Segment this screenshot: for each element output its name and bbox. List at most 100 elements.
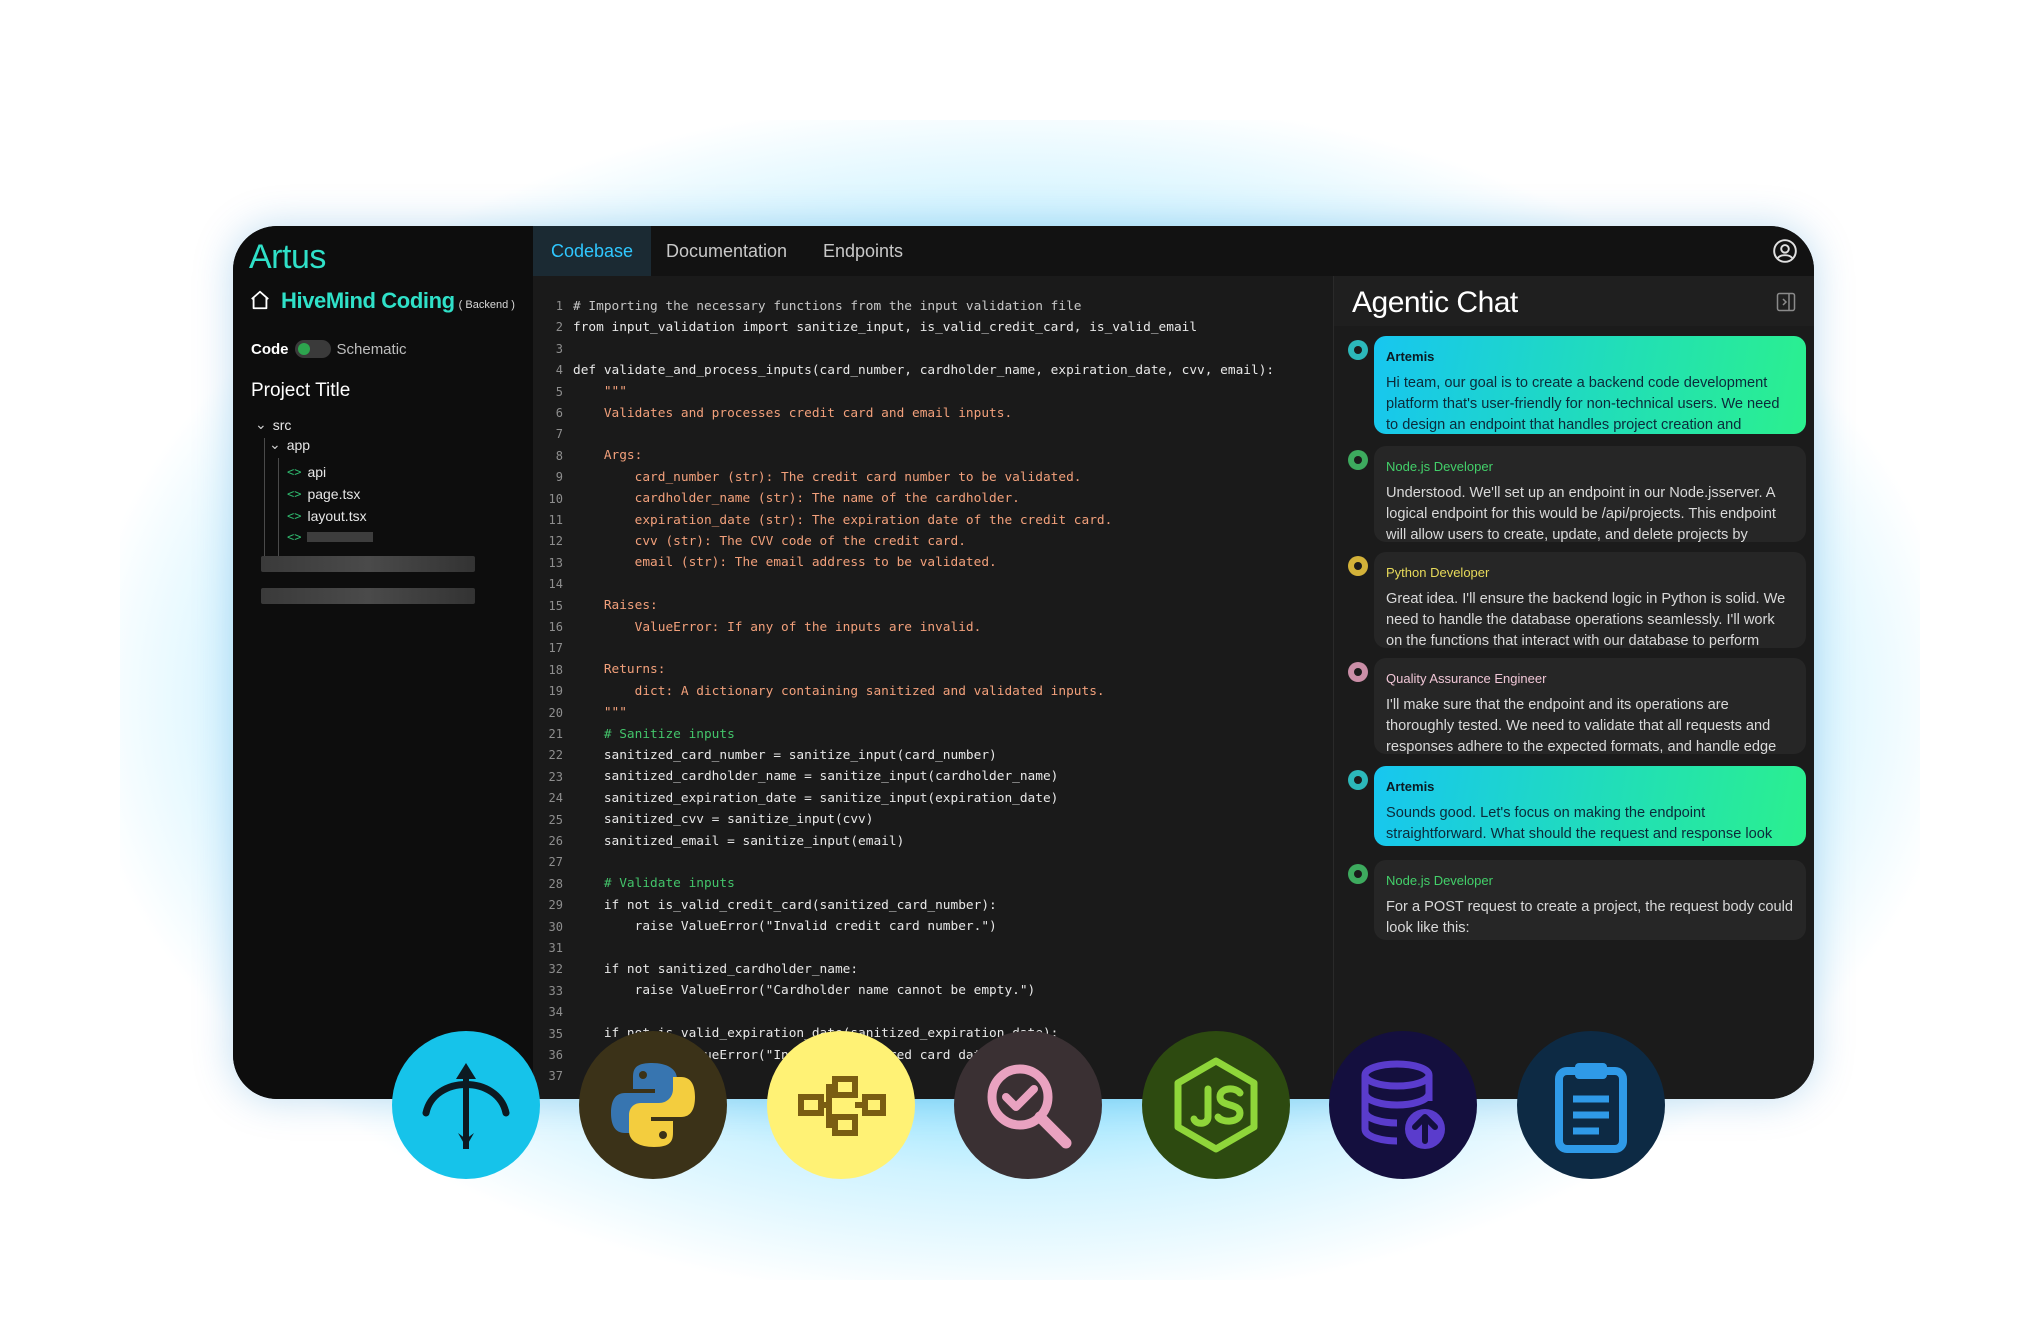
- code-text: # Sanitize inputs: [573, 726, 735, 742]
- chat-message: Node.js Developer Understood. We'll set u…: [1374, 446, 1806, 542]
- nodejs-agent-icon[interactable]: [1142, 1031, 1290, 1179]
- chat-message: Python Developer Great idea. I'll ensure …: [1374, 552, 1806, 648]
- line-number: 36: [548, 1048, 563, 1062]
- code-text: if not sanitized_cardholder_name:: [573, 961, 859, 977]
- message-sender: Quality Assurance Engineer: [1386, 671, 1547, 686]
- chat-message: Node.js Developer For a POST request to c…: [1374, 860, 1806, 940]
- mode-schematic-label: Schematic: [336, 340, 407, 358]
- docs-agent-icon[interactable]: [1517, 1031, 1665, 1179]
- line-number: 17: [548, 641, 563, 656]
- agent-avatar: [1346, 862, 1370, 886]
- line-number: 7: [555, 427, 563, 442]
- database-agent-icon[interactable]: [1329, 1031, 1477, 1179]
- line-number: 16: [548, 620, 563, 634]
- code-text: sanitized_email = sanitize_input(email): [573, 833, 905, 849]
- code-text: dict: A dictionary containing sanitized …: [573, 683, 1105, 699]
- line-number: 21: [548, 727, 563, 741]
- line-number: 10: [548, 491, 563, 506]
- line-number: 14: [548, 577, 563, 592]
- python-agent-icon[interactable]: [579, 1031, 727, 1179]
- code-text: ValueError: If any of the inputs are inv…: [573, 619, 982, 635]
- code-schematic-toggle[interactable]: [294, 340, 331, 358]
- code-line: 16 ValueError: If any of the inputs are …: [533, 617, 982, 637]
- loading-skeleton: [307, 532, 374, 542]
- qa-agent-icon[interactable]: [954, 1031, 1102, 1179]
- code-text: sanitized_expiration_date = sanitize_inp…: [573, 790, 1059, 806]
- tab-codebase[interactable]: Codebase: [533, 226, 652, 276]
- line-number: 18: [548, 662, 563, 677]
- code-line: 12 cvv (str): The CVV code of the credit…: [533, 531, 966, 551]
- line-number: 2: [555, 320, 563, 335]
- nodejs-logo-icon: [1174, 1057, 1258, 1153]
- code-line: 25 sanitized_cvv = sanitize_input(cvv): [533, 810, 874, 830]
- line-number: 33: [548, 983, 563, 998]
- code-line: 35 if not is_valid_expiration_date(sanit…: [533, 1024, 1059, 1044]
- clipboard-icon: [1555, 1063, 1627, 1153]
- code-line: 2 from input_validation import sanitize_i…: [533, 317, 1197, 337]
- agent-avatar: [1346, 660, 1370, 684]
- chevron-down-icon: ⌄: [269, 436, 281, 452]
- project-tag: ( Backend ): [458, 299, 515, 311]
- code-line: 9 card_number (str): The credit card num…: [533, 467, 1082, 487]
- collapse-panel-icon[interactable]: [1776, 292, 1796, 312]
- code-line: 27: [533, 852, 573, 872]
- line-number: 23: [548, 769, 563, 784]
- tree-file-layout[interactable]: <> layout.tsx: [287, 508, 367, 524]
- code-line: 5 """: [533, 382, 627, 402]
- artemis-agent-icon[interactable]: [392, 1031, 540, 1179]
- code-file-icon: <>: [287, 530, 302, 544]
- line-number: 29: [548, 898, 563, 913]
- code-line: 33 raise ValueError("Cardholder name can…: [533, 981, 1036, 1001]
- tree-file-page[interactable]: <> page.tsx: [287, 486, 360, 502]
- line-number: 31: [548, 941, 563, 955]
- line-number: 34: [548, 1005, 563, 1020]
- user-avatar-icon[interactable]: [1772, 238, 1798, 264]
- line-number: 5: [555, 384, 563, 399]
- code-line: 11 expiration_date (str): The expiration…: [533, 510, 1113, 530]
- line-number: 8: [555, 448, 563, 463]
- python-logo-icon: [611, 1063, 695, 1147]
- code-text: # Validate inputs: [573, 876, 735, 892]
- tab-documentation[interactable]: Documentation: [648, 226, 805, 276]
- magnify-check-icon: [987, 1064, 1072, 1149]
- schematic-agent-icon[interactable]: [767, 1031, 915, 1179]
- code-line: 23 sanitized_cardholder_name = sanitize_…: [533, 767, 1059, 787]
- message-text: Hi team, our goal is to create a backend…: [1386, 375, 1780, 433]
- code-file-icon: <>: [287, 509, 302, 523]
- project-header[interactable]: HiveMind Coding ( Backend ): [249, 286, 515, 314]
- message-sender: Artemis: [1386, 779, 1435, 794]
- message-text: For a POST request to create a project, …: [1386, 899, 1793, 936]
- line-number: 9: [555, 470, 563, 485]
- artus-logo: Artus: [249, 238, 326, 276]
- line-number: 37: [548, 1069, 563, 1084]
- tree-folder-src[interactable]: ⌄ src: [255, 416, 291, 433]
- chat-message: Artemis Sounds good. Let's focus on makin…: [1374, 766, 1806, 846]
- code-line: 26 sanitized_email = sanitize_input(emai…: [533, 831, 905, 851]
- tree-file-api[interactable]: <> api: [287, 464, 326, 480]
- line-number: 15: [548, 598, 563, 613]
- code-line: 30 raise ValueError("Invalid credit card…: [533, 917, 997, 937]
- mode-code-label: Code: [251, 340, 289, 358]
- message-text: Sounds good. Let's focus on making the e…: [1386, 805, 1773, 842]
- message-sender: Python Developer: [1386, 565, 1490, 580]
- code-text: Validates and processes credit card and …: [573, 405, 1013, 421]
- message-sender: Node.js Developer: [1386, 459, 1493, 474]
- loading-skeleton: [261, 588, 475, 604]
- agent-avatar: [1346, 338, 1370, 362]
- line-number: 25: [548, 812, 563, 827]
- tab-endpoints[interactable]: Endpoints: [805, 226, 921, 276]
- line-number: 12: [548, 534, 563, 549]
- code-text: cardholder_name (str): The name of the c…: [573, 491, 1020, 507]
- line-number: 13: [548, 555, 563, 570]
- code-text: """: [573, 705, 627, 721]
- code-line: 32 if not sanitized_cardholder_name:: [533, 959, 859, 979]
- chevron-down-icon: ⌄: [255, 416, 267, 432]
- tree-folder-app[interactable]: ⌄ app: [269, 436, 310, 453]
- code-line: 22 sanitized_card_number = sanitize_inpu…: [533, 745, 997, 765]
- tree-guide: [264, 438, 265, 566]
- code-text: raise ValueError("Invalid credit card nu…: [573, 919, 997, 935]
- code-text: Args:: [573, 448, 643, 464]
- code-editor[interactable]: 1 # Importing the necessary functions fro…: [533, 276, 1333, 1099]
- line-number: 20: [548, 705, 563, 720]
- line-number: 6: [555, 406, 563, 420]
